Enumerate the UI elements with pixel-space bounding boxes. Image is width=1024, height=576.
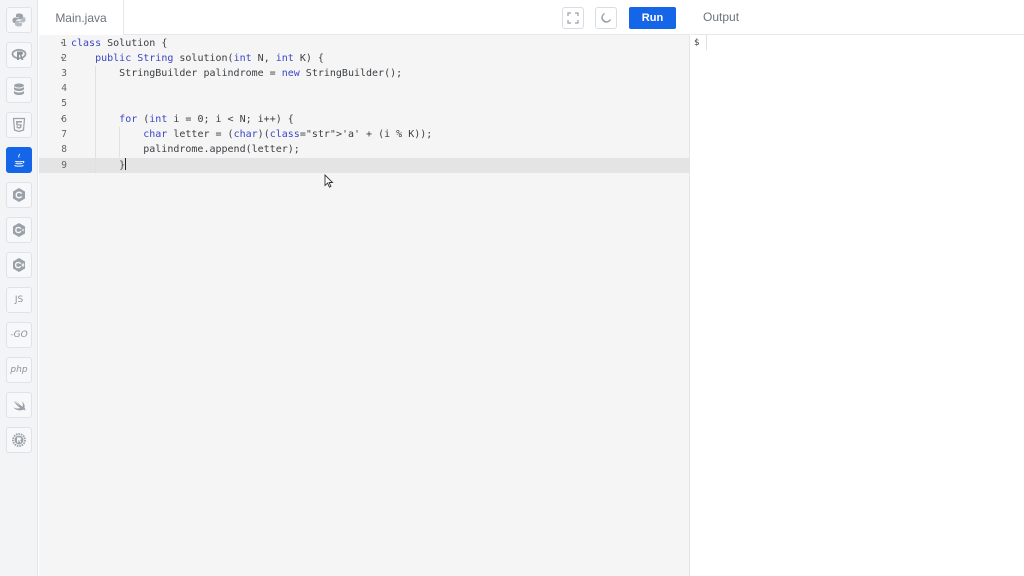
go-label: -GO xyxy=(10,330,28,340)
language-c-button[interactable] xyxy=(6,182,32,208)
language-php-button[interactable]: php xyxy=(6,357,32,383)
language-swift-button[interactable] xyxy=(6,392,32,418)
rust-icon xyxy=(12,433,26,447)
fold-toggle-icon[interactable]: ▾ xyxy=(60,36,68,51)
run-button[interactable]: Run xyxy=(629,7,676,29)
cpp-icon xyxy=(13,223,25,237)
language-go-button[interactable]: -GO xyxy=(6,322,32,348)
python-icon xyxy=(12,13,26,27)
indent-guide xyxy=(119,127,120,157)
java-icon xyxy=(14,153,25,167)
output-divider xyxy=(706,35,707,50)
javascript-label: JS xyxy=(14,295,24,305)
mouse-pointer-icon xyxy=(324,174,334,188)
code-line[interactable]: 1 ▾ class Solution { xyxy=(39,36,690,51)
html5-icon xyxy=(12,117,26,133)
code-text: } xyxy=(71,158,127,173)
line-number: 5 xyxy=(61,98,67,109)
c-icon xyxy=(13,188,25,202)
line-number: 8 xyxy=(61,144,67,155)
code-text: class Solution { xyxy=(71,38,168,49)
line-number: 3 xyxy=(61,68,67,79)
code-text-content: } xyxy=(71,160,126,171)
line-number: 7 xyxy=(61,129,67,140)
output-panel: Output $ xyxy=(691,0,1024,576)
language-java-button[interactable] xyxy=(6,147,32,173)
language-html-button[interactable] xyxy=(6,112,32,138)
code-line[interactable]: 4 xyxy=(39,81,690,96)
editor-header: Main.java Run xyxy=(39,0,690,35)
language-python-button[interactable] xyxy=(6,7,32,33)
csharp-icon xyxy=(13,258,25,272)
code-text: char letter = (char)(class="str">'a' + (… xyxy=(143,129,433,140)
language-javascript-button[interactable]: JS xyxy=(6,287,32,313)
language-csharp-button[interactable] xyxy=(6,252,32,278)
code-text: public String solution(int N, int K) { xyxy=(95,53,324,64)
fold-toggle-icon[interactable]: ▾ xyxy=(60,112,68,127)
output-title: Output xyxy=(691,0,1024,35)
moon-icon xyxy=(601,12,612,23)
output-prompt: $ xyxy=(694,38,700,48)
code-line[interactable]: 2 ▾ public String solution(int N, int K)… xyxy=(39,51,690,66)
fullscreen-button[interactable] xyxy=(562,7,584,29)
language-rust-button[interactable] xyxy=(6,427,32,453)
line-number: 9 xyxy=(61,160,67,171)
code-line[interactable]: 7 char letter = (char)(class="str">'a' +… xyxy=(39,127,690,142)
text-cursor xyxy=(125,158,127,170)
fold-toggle-icon[interactable]: ▾ xyxy=(60,51,68,66)
code-line[interactable]: 5 xyxy=(39,96,690,111)
php-label: php xyxy=(10,365,28,375)
code-line[interactable]: 6 ▾ for (int i = 0; i < N; i++) { xyxy=(39,112,690,127)
database-icon xyxy=(14,83,24,95)
language-sql-button[interactable] xyxy=(6,77,32,103)
code-editor[interactable]: 1 ▾ class Solution { 2 ▾ public String s… xyxy=(39,35,690,576)
code-line[interactable]: 8 palindrome.append(letter); xyxy=(39,142,690,157)
dark-mode-button[interactable] xyxy=(595,7,617,29)
code-line-active[interactable]: 9 } xyxy=(39,158,690,173)
language-sidebar: JS -GO php xyxy=(0,0,38,576)
language-cpp-button[interactable] xyxy=(6,217,32,243)
code-text: for (int i = 0; i < N; i++) { xyxy=(119,114,294,125)
code-line[interactable]: 3 StringBuilder palindrome = new StringB… xyxy=(39,66,690,81)
r-icon xyxy=(11,48,27,60)
code-text: palindrome.append(letter); xyxy=(71,144,300,155)
fullscreen-icon xyxy=(567,12,579,24)
language-r-button[interactable] xyxy=(6,42,32,68)
file-tab-main-java[interactable]: Main.java xyxy=(39,0,124,35)
indent-guide xyxy=(95,66,96,173)
swift-icon xyxy=(13,400,26,411)
line-number: 4 xyxy=(61,83,67,94)
code-text: StringBuilder palindrome = new StringBui… xyxy=(71,68,403,79)
